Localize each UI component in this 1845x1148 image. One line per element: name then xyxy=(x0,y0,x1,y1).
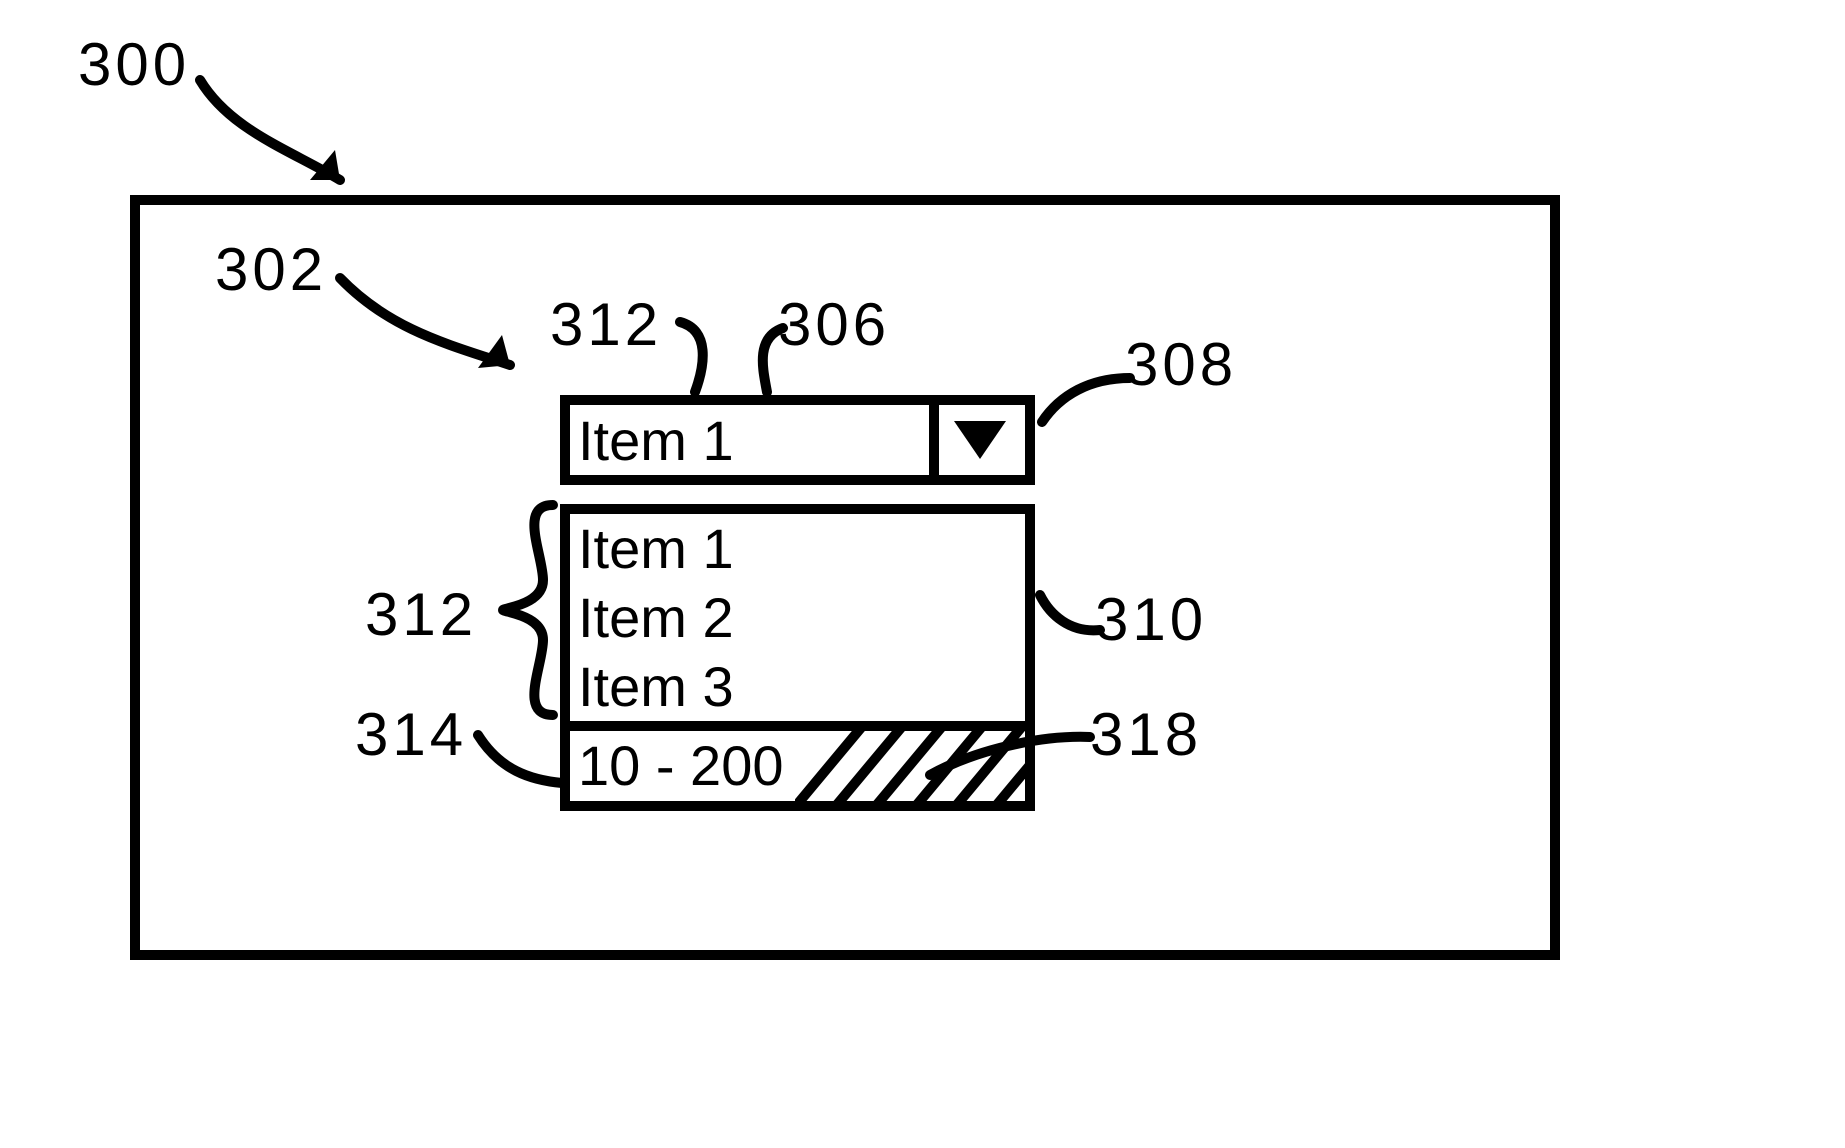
lead-line-icon xyxy=(1030,585,1110,645)
ref-label-302: 302 xyxy=(215,235,327,304)
ref-label-310: 310 xyxy=(1095,585,1207,654)
list-item[interactable]: Item 3 xyxy=(570,652,1025,721)
chevron-down-icon xyxy=(954,421,1006,459)
lead-line-icon xyxy=(470,725,570,795)
ref-label-308: 308 xyxy=(1125,330,1237,399)
lead-arrow-icon xyxy=(190,60,370,210)
lead-arrow-icon xyxy=(330,260,540,390)
value-item-text: 10 - 200 xyxy=(570,731,1025,801)
dropdown-button[interactable] xyxy=(929,405,1025,475)
list-item[interactable]: Item 1 xyxy=(570,514,1025,583)
ref-label-318: 318 xyxy=(1090,700,1202,769)
dropdown-list[interactable]: Item 1 Item 2 Item 3 xyxy=(560,504,1035,811)
ref-label-312-list: 312 xyxy=(365,580,477,649)
value-item[interactable]: 10 - 200 xyxy=(570,721,1025,811)
lead-line-icon xyxy=(670,310,740,400)
ref-label-312-top: 312 xyxy=(550,290,662,359)
list-item[interactable]: Item 2 xyxy=(570,583,1025,652)
lead-line-icon xyxy=(745,320,800,400)
diagram-canvas: Item 1 Item 1 Item 2 Item 3 xyxy=(0,0,1845,1148)
ref-label-314: 314 xyxy=(355,700,467,769)
combobox[interactable]: Item 1 xyxy=(560,395,1035,485)
ref-label-300: 300 xyxy=(78,30,190,99)
lead-line-icon xyxy=(1030,370,1140,430)
